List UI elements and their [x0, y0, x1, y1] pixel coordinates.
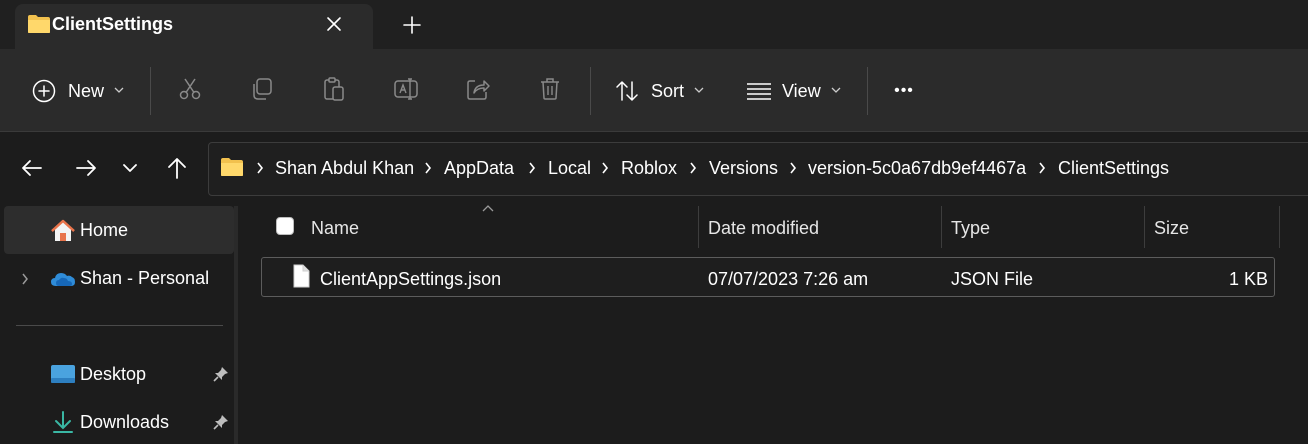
rename-icon[interactable]: [393, 76, 419, 102]
nav-scrollbar[interactable]: [234, 206, 238, 444]
chevron-down-icon: [114, 87, 124, 93]
file-icon: [293, 264, 310, 288]
file-type: JSON File: [951, 269, 1034, 289]
folder-icon: [221, 158, 243, 176]
breadcrumb-item-current[interactable]: ClientSettings: [1058, 158, 1169, 179]
delete-icon[interactable]: [537, 76, 563, 102]
cut-icon[interactable]: [177, 76, 203, 102]
sort-icon: [616, 81, 638, 101]
up-arrow-icon[interactable]: [165, 156, 189, 180]
toolbar-divider: [867, 67, 868, 115]
breadcrumb-item[interactable]: Roblox: [621, 158, 677, 179]
file-date-modified: 07/07/2023 7:26 am: [708, 269, 869, 289]
breadcrumb-chevron-icon: [602, 162, 609, 174]
more-options-button[interactable]: •••: [880, 72, 928, 110]
column-header-date[interactable]: Date modified: [708, 218, 819, 239]
expand-chevron-icon[interactable]: [20, 272, 30, 286]
breadcrumb-chevron-icon: [690, 162, 697, 174]
breadcrumb-item[interactable]: Local: [548, 158, 591, 179]
nav-label-onedrive: Shan - Personal: [80, 268, 210, 288]
view-button[interactable]: View: [734, 70, 852, 112]
column-divider[interactable]: [1144, 206, 1145, 248]
breadcrumb-item[interactable]: Shan Abdul Khan: [275, 158, 414, 179]
file-size: 1 KB: [1228, 269, 1268, 289]
view-icon: [747, 83, 771, 100]
folder-icon: [28, 15, 50, 33]
nav-divider: [16, 325, 223, 326]
sort-button[interactable]: Sort: [604, 70, 716, 112]
column-divider[interactable]: [941, 206, 942, 248]
close-icon[interactable]: [322, 12, 346, 36]
chevron-down-icon: [831, 87, 841, 93]
new-label: New: [68, 81, 105, 101]
file-name: ClientAppSettings.json: [320, 269, 502, 289]
back-arrow-icon[interactable]: [20, 157, 44, 179]
toolbar-divider: [590, 67, 591, 115]
add-tab-icon[interactable]: [399, 12, 425, 38]
plus-circle-icon: [32, 79, 56, 103]
column-divider[interactable]: [1279, 206, 1280, 248]
breadcrumb-item[interactable]: AppData: [444, 158, 514, 179]
tab-title: ClientSettings: [52, 14, 174, 34]
forward-arrow-icon[interactable]: [74, 157, 98, 179]
column-header-name[interactable]: Name: [311, 218, 359, 239]
nav-label-home: Home: [80, 220, 129, 240]
new-button[interactable]: New: [20, 70, 132, 112]
download-icon: [53, 411, 73, 433]
column-header-type[interactable]: Type: [951, 218, 990, 239]
breadcrumb-chevron-icon: [425, 162, 432, 174]
breadcrumb-chevron-icon: [790, 162, 797, 174]
view-label: View: [782, 81, 821, 101]
pin-icon[interactable]: [212, 365, 230, 383]
sort-label: Sort: [651, 81, 685, 101]
breadcrumb-chevron-icon: [257, 162, 264, 174]
column-header-size[interactable]: Size: [1154, 218, 1189, 239]
copy-icon[interactable]: [249, 76, 275, 102]
onedrive-cloud-icon: [51, 273, 75, 286]
column-divider[interactable]: [698, 206, 699, 248]
breadcrumb-chevron-icon: [1039, 162, 1046, 174]
pin-icon[interactable]: [212, 413, 230, 431]
paste-icon[interactable]: [321, 76, 347, 102]
sort-ascending-indicator-icon: [482, 205, 494, 212]
recent-locations-chevron-icon[interactable]: [121, 162, 139, 174]
nav-label-downloads: Downloads: [80, 412, 170, 432]
breadcrumb-chevron-icon: [529, 162, 536, 174]
breadcrumb-item[interactable]: Versions: [709, 158, 778, 179]
toolbar-divider: [150, 67, 151, 115]
chevron-down-icon: [694, 87, 704, 93]
home-icon: [51, 219, 75, 241]
desktop-icon: [51, 365, 75, 383]
nav-label-desktop: Desktop: [80, 364, 147, 384]
select-all-checkbox[interactable]: [276, 217, 294, 235]
share-icon[interactable]: [465, 76, 491, 102]
breadcrumb-item[interactable]: version-5c0a67db9ef4467a: [808, 158, 1026, 179]
